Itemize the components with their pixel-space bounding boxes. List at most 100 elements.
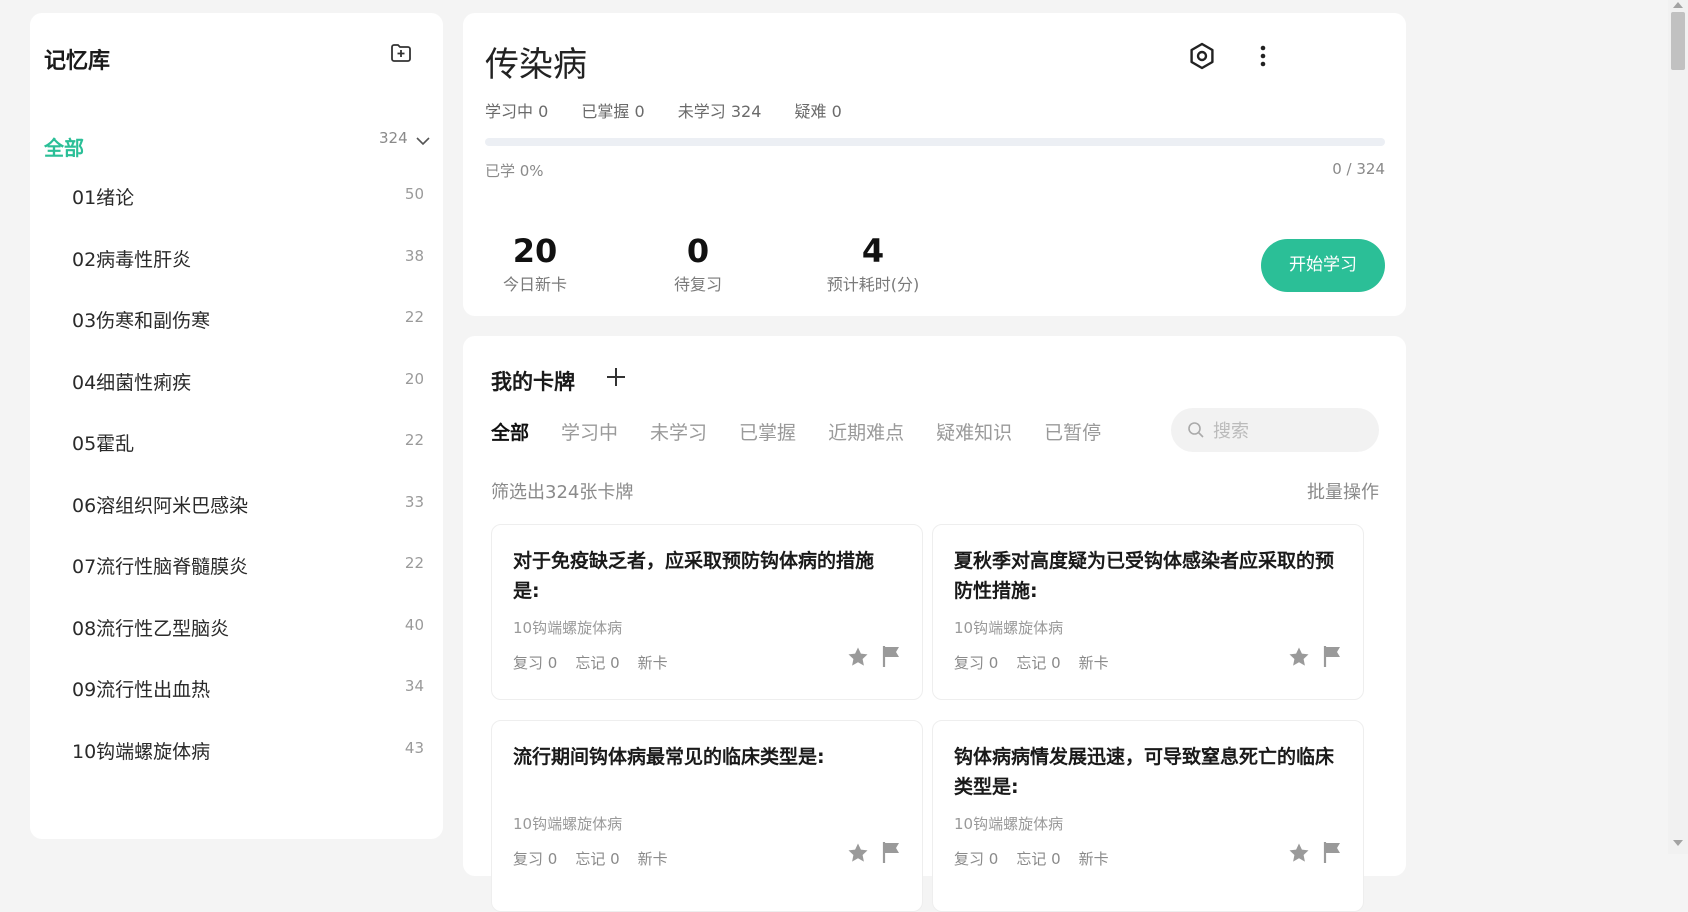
settings-icon[interactable] bbox=[1187, 41, 1217, 71]
card-item[interactable]: 流行期间钩体病最常见的临床类型是: 10钩端螺旋体病 复习 0 忘记 0 新卡 bbox=[491, 720, 923, 912]
sidebar-item-count: 43 bbox=[404, 738, 424, 757]
sidebar-item-count: 33 bbox=[404, 492, 424, 511]
metric-estimated-time: 4 预计耗时(分) bbox=[813, 233, 933, 295]
sidebar-item-label: 03伤寒和副伤寒 bbox=[72, 310, 211, 332]
scroll-down-arrow[interactable] bbox=[1673, 840, 1683, 846]
sidebar-item[interactable]: 02病毒性肝炎 38 bbox=[72, 237, 424, 277]
more-vertical-icon[interactable] bbox=[1248, 41, 1278, 71]
sidebar: 记忆库 全部 324 01绪论 50 02病毒性肝炎 38 03伤寒和副伤寒 22 04细菌… bbox=[30, 13, 443, 839]
sidebar-item-label: 05霍乱 bbox=[72, 433, 135, 455]
tab-4[interactable]: 近期难点 bbox=[828, 418, 904, 445]
metric-label: 待复习 bbox=[673, 275, 722, 294]
card-status: 新卡 bbox=[1078, 654, 1109, 672]
scroll-thumb[interactable] bbox=[1671, 12, 1685, 70]
metric-value: 4 bbox=[861, 232, 885, 270]
sidebar-item-all[interactable]: 全部 324 bbox=[44, 122, 430, 162]
deck-title: 传染病 bbox=[485, 45, 587, 85]
search-input[interactable] bbox=[1211, 418, 1370, 444]
batch-operation-button[interactable]: 批量操作 bbox=[1307, 478, 1379, 504]
tab-1[interactable]: 学习中 bbox=[561, 418, 618, 445]
sidebar-item[interactable]: 01绪论 50 bbox=[72, 175, 424, 215]
card-forget-count: 忘记 0 bbox=[575, 850, 620, 868]
learned-count: 0 / 324 bbox=[1332, 160, 1385, 178]
tab-0[interactable]: 全部 bbox=[491, 418, 529, 445]
card-status: 新卡 bbox=[1078, 850, 1109, 868]
sidebar-item-count: 22 bbox=[404, 308, 424, 326]
metric-value: 0 bbox=[686, 232, 710, 270]
card-forget-count: 忘记 0 bbox=[1016, 850, 1061, 868]
star-icon[interactable] bbox=[1287, 645, 1311, 669]
card-meta: 复习 0 忘记 0 新卡 bbox=[513, 848, 686, 869]
card-source: 10钩端螺旋体病 bbox=[954, 619, 1064, 637]
sidebar-item-count: 34 bbox=[404, 677, 424, 695]
star-icon[interactable] bbox=[846, 645, 870, 669]
sidebar-item-label: 06溶组织阿米巴感染 bbox=[72, 494, 249, 517]
metric-new-cards: 20 今日新卡 bbox=[485, 233, 585, 295]
deck-overview: 传染病 学习中 0 已掌握 0 未学习 324 疑难 0 已学 0% 0 / 3… bbox=[463, 13, 1406, 316]
stat-learning: 学习中 0 bbox=[485, 102, 549, 121]
stat-mastered: 已掌握 0 bbox=[581, 102, 645, 121]
card-question: 钩体病病情发展迅速，可导致窒息死亡的临床类型是: bbox=[954, 746, 1335, 798]
folder-add-icon[interactable] bbox=[389, 41, 413, 65]
sidebar-item-count: 50 bbox=[404, 185, 424, 203]
card-item[interactable]: 对于免疫缺乏者，应采取预防钩体病的措施是: 10钩端螺旋体病 复习 0 忘记 0 新卡 bbox=[491, 524, 923, 700]
sidebar-item-count: 20 bbox=[404, 369, 424, 388]
card-forget-count: 忘记 0 bbox=[1016, 654, 1061, 672]
start-learning-button[interactable]: 开始学习 bbox=[1261, 239, 1385, 292]
sidebar-item[interactable]: 04细菌性痢疾 20 bbox=[72, 360, 424, 400]
flag-icon[interactable] bbox=[880, 840, 902, 864]
card-review-count: 复习 0 bbox=[513, 850, 558, 868]
flag-icon[interactable] bbox=[1321, 840, 1343, 864]
sidebar-item-label: 09流行性出血热 bbox=[72, 679, 211, 701]
sidebar-item-label: 07流行性脑脊髓膜炎 bbox=[72, 556, 249, 578]
metric-value: 20 bbox=[512, 232, 558, 270]
sidebar-item-count: 38 bbox=[404, 246, 424, 265]
learned-percent: 已学 0% bbox=[485, 162, 544, 180]
metric-label: 今日新卡 bbox=[502, 275, 567, 294]
card-item[interactable]: 钩体病病情发展迅速，可导致窒息死亡的临床类型是: 10钩端螺旋体病 复习 0 忘记 0… bbox=[932, 720, 1364, 912]
card-item[interactable]: 夏秋季对高度疑为已受钩体感染者应采取的预防性措施: 10钩端螺旋体病 复习 0 忘记 … bbox=[932, 524, 1364, 700]
sidebar-item[interactable]: 08流行性乙型脑炎 40 bbox=[72, 606, 424, 646]
search-icon bbox=[1188, 422, 1204, 438]
metric-label: 预计耗时(分) bbox=[826, 275, 920, 294]
card-question: 对于免疫缺乏者，应采取预防钩体病的措施是: bbox=[513, 550, 875, 602]
page-scrollbar[interactable] bbox=[1668, 0, 1688, 854]
sidebar-item[interactable]: 09流行性出血热 34 bbox=[72, 667, 424, 707]
sidebar-title: 记忆库 bbox=[44, 49, 111, 74]
sidebar-item-count: 22 bbox=[404, 431, 424, 449]
sidebar-item[interactable]: 06溶组织阿米巴感染 33 bbox=[72, 483, 424, 523]
card-meta: 复习 0 忘记 0 新卡 bbox=[513, 652, 686, 673]
sidebar-all-count: 324 bbox=[379, 129, 408, 147]
my-cards-title: 我的卡牌 bbox=[491, 370, 575, 394]
card-forget-count: 忘记 0 bbox=[575, 654, 620, 672]
sidebar-item-label: 04细菌性痢疾 bbox=[72, 371, 192, 394]
sidebar-item-label: 08流行性乙型脑炎 bbox=[72, 617, 230, 640]
star-icon[interactable] bbox=[846, 841, 870, 865]
plus-icon[interactable] bbox=[603, 364, 629, 390]
sidebar-all-label: 全部 bbox=[44, 136, 84, 160]
star-icon[interactable] bbox=[1287, 841, 1311, 865]
tab-3[interactable]: 已掌握 bbox=[739, 418, 796, 445]
sidebar-item[interactable]: 03伤寒和副伤寒 22 bbox=[72, 298, 424, 338]
card-review-count: 复习 0 bbox=[513, 654, 558, 672]
my-cards-panel: 我的卡牌 全部 学习中 未学习 已掌握 近期难点 疑难知识 已暂停 筛选出324张卡牌 批量… bbox=[463, 336, 1406, 912]
sidebar-item[interactable]: 10钩端螺旋体病 43 bbox=[72, 729, 424, 769]
sidebar-item[interactable]: 07流行性脑脊髓膜炎 22 bbox=[72, 544, 424, 584]
tab-2[interactable]: 未学习 bbox=[650, 418, 707, 445]
sidebar-item[interactable]: 05霍乱 22 bbox=[72, 421, 424, 461]
flag-icon[interactable] bbox=[1321, 644, 1343, 668]
card-question: 流行期间钩体病最常见的临床类型是: bbox=[513, 746, 825, 768]
card-review-count: 复习 0 bbox=[954, 654, 999, 672]
chevron-down-icon[interactable] bbox=[416, 136, 430, 146]
tab-5[interactable]: 疑难知识 bbox=[936, 418, 1012, 445]
search-box[interactable] bbox=[1171, 408, 1379, 452]
card-status: 新卡 bbox=[637, 654, 668, 672]
scroll-up-arrow[interactable] bbox=[1673, 2, 1683, 8]
card-source: 10钩端螺旋体病 bbox=[513, 619, 623, 637]
tab-6[interactable]: 已暂停 bbox=[1044, 418, 1101, 445]
stat-difficult: 疑难 0 bbox=[794, 102, 842, 121]
stat-unlearned: 未学习 324 bbox=[677, 102, 762, 121]
sidebar-item-label: 01绪论 bbox=[72, 187, 135, 209]
flag-icon[interactable] bbox=[880, 644, 902, 668]
card-status: 新卡 bbox=[637, 850, 668, 868]
